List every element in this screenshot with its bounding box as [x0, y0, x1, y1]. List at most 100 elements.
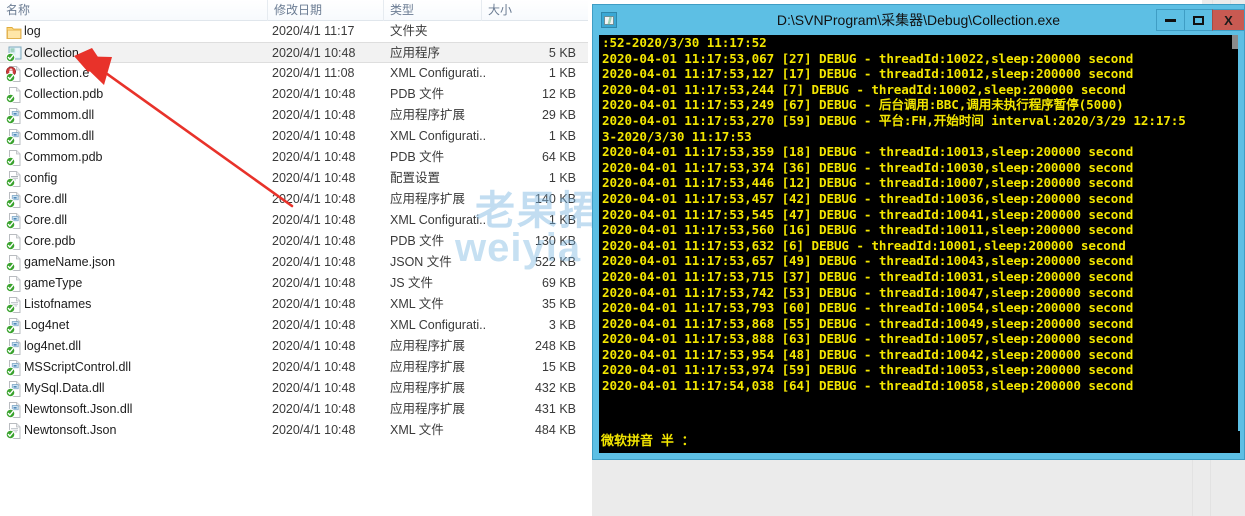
file-name-cell: Collection.e: [24, 63, 268, 84]
file-date-cell: 2020/4/1 10:48: [272, 43, 384, 64]
file-date-cell: 2020/4/1 10:48: [272, 84, 384, 105]
config-icon: [6, 171, 22, 187]
ime-status-text: 微软拼音 半 ：: [599, 431, 1240, 453]
pdb-file-icon: [6, 87, 22, 103]
console-log-line: 2020-04-01 11:17:53,249 [67] DEBUG - 后台调…: [599, 97, 1238, 113]
table-row[interactable]: Commom.dll2020/4/1 10:48应用程序扩展29 KB: [0, 105, 592, 126]
table-row[interactable]: gameName.json2020/4/1 10:48JSON 文件522 KB: [0, 252, 592, 273]
file-date-cell: 2020/4/1 10:48: [272, 105, 384, 126]
file-size-cell: 431 KB: [470, 399, 586, 420]
close-button[interactable]: X: [1212, 9, 1244, 31]
console-log-line: 2020-04-01 11:17:53,632 [6] DEBUG - thre…: [599, 238, 1238, 254]
table-row[interactable]: Collection.pdb2020/4/1 10:48PDB 文件12 KB: [0, 84, 592, 105]
file-name-cell: Core.pdb: [24, 231, 268, 252]
file-date-cell: 2020/4/1 10:48: [272, 147, 384, 168]
table-row[interactable]: MySql.Data.dll2020/4/1 10:48应用程序扩展432 KB: [0, 378, 592, 399]
file-size-cell: 140 KB: [470, 189, 586, 210]
console-bottom-strip: [593, 453, 1244, 459]
pdb-file-icon: [6, 150, 22, 166]
table-row[interactable]: Newtonsoft.Json2020/4/1 10:48XML 文件484 K…: [0, 420, 592, 441]
console-title-bar[interactable]: D:\SVNProgram\采集器\Debug\Collection.exe X: [593, 5, 1244, 35]
file-date-cell: 2020/4/1 10:48: [272, 378, 384, 399]
js-file-icon: [6, 276, 22, 292]
file-date-cell: 2020/4/1 10:48: [272, 315, 384, 336]
file-date-cell: 2020/4/1 10:48: [272, 252, 384, 273]
console-log-line: 2020-04-01 11:17:53,374 [36] DEBUG - thr…: [599, 160, 1238, 176]
xml-file-icon: [6, 297, 22, 313]
file-name-cell: Commom.pdb: [24, 147, 268, 168]
file-name-cell: gameType: [24, 273, 268, 294]
table-row[interactable]: gameType2020/4/1 10:48JS 文件69 KB: [0, 273, 592, 294]
console-log-line: 2020-04-01 11:17:54,038 [64] DEBUG - thr…: [599, 378, 1238, 394]
file-date-cell: 2020/4/1 10:48: [272, 357, 384, 378]
file-date-cell: 2020/4/1 10:48: [272, 210, 384, 231]
file-size-cell: 1 KB: [470, 168, 586, 189]
xml-config-lock-icon: [6, 66, 22, 82]
column-header-type[interactable]: 类型: [384, 0, 482, 21]
console-log-line: 2020-04-01 11:17:53,888 [63] DEBUG - thr…: [599, 331, 1238, 347]
file-size-cell: 35 KB: [470, 294, 586, 315]
file-name-cell: Core.dll: [24, 189, 268, 210]
console-title: D:\SVNProgram\采集器\Debug\Collection.exe: [593, 5, 1244, 35]
table-row[interactable]: Commom.pdb2020/4/1 10:48PDB 文件64 KB: [0, 147, 592, 168]
file-name-cell: MSScriptControl.dll: [24, 357, 268, 378]
file-date-cell: 2020/4/1 10:48: [272, 273, 384, 294]
window-controls: X: [1156, 9, 1244, 31]
console-output[interactable]: :52-2020/3/30 11:17:522020-04-01 11:17:5…: [599, 35, 1238, 435]
file-name-cell: Listofnames: [24, 294, 268, 315]
dll-icon: [6, 129, 22, 145]
column-header-size[interactable]: 大小: [482, 0, 592, 21]
table-row[interactable]: Core.pdb2020/4/1 10:48PDB 文件130 KB: [0, 231, 592, 252]
column-header-name[interactable]: 名称: [0, 0, 268, 21]
console-scrollbar-thumb[interactable]: [1232, 35, 1238, 49]
console-log-line: 2020-04-01 11:17:53,270 [59] DEBUG - 平台:…: [599, 113, 1238, 129]
column-header-date[interactable]: 修改日期: [268, 0, 384, 21]
console-log-line: 2020-04-01 11:17:53,457 [42] DEBUG - thr…: [599, 191, 1238, 207]
table-row[interactable]: Core.dll2020/4/1 10:48XML Configurati...…: [0, 210, 592, 231]
table-row[interactable]: config2020/4/1 10:48配置设置1 KB: [0, 168, 592, 189]
json-file-icon: [6, 255, 22, 271]
file-size-cell: 248 KB: [470, 336, 586, 357]
console-log-line: 2020-04-01 11:17:53,560 [16] DEBUG - thr…: [599, 222, 1238, 238]
file-date-cell: 2020/4/1 10:48: [272, 399, 384, 420]
console-log-line: 2020-04-01 11:17:53,868 [55] DEBUG - thr…: [599, 316, 1238, 332]
console-log-line: 2020-04-01 11:17:53,446 [12] DEBUG - thr…: [599, 175, 1238, 191]
file-list: log2020/4/1 11:17文件夹Collection2020/4/1 1…: [0, 21, 592, 441]
table-row[interactable]: MSScriptControl.dll2020/4/1 10:48应用程序扩展1…: [0, 357, 592, 378]
table-row[interactable]: Core.dll2020/4/1 10:48应用程序扩展140 KB: [0, 189, 592, 210]
console-log-line: 2020-04-01 11:17:53,954 [48] DEBUG - thr…: [599, 347, 1238, 363]
console-scrollbar[interactable]: [1232, 35, 1238, 435]
file-size-cell: 29 KB: [470, 105, 586, 126]
minimize-button[interactable]: [1156, 9, 1184, 31]
console-log-line: 2020-04-01 11:17:53,244 [7] DEBUG - thre…: [599, 82, 1238, 98]
maximize-button[interactable]: [1184, 9, 1212, 31]
table-row[interactable]: Collection2020/4/1 10:48应用程序5 KB: [0, 42, 592, 63]
table-row[interactable]: Newtonsoft.Json.dll2020/4/1 10:48应用程序扩展4…: [0, 399, 592, 420]
file-size-cell: 3 KB: [470, 315, 586, 336]
dll-icon: [6, 381, 22, 397]
table-row[interactable]: Log4net2020/4/1 10:48XML Configurati...3…: [0, 315, 592, 336]
console-line-list: :52-2020/3/30 11:17:522020-04-01 11:17:5…: [599, 35, 1238, 394]
file-date-cell: 2020/4/1 10:48: [272, 168, 384, 189]
table-row[interactable]: Listofnames2020/4/1 10:48XML 文件35 KB: [0, 294, 592, 315]
dll-icon: [6, 192, 22, 208]
console-log-line: 2020-04-01 11:17:53,067 [27] DEBUG - thr…: [599, 51, 1238, 67]
file-name-cell: Newtonsoft.Json: [24, 420, 268, 441]
table-row[interactable]: log4net.dll2020/4/1 10:48应用程序扩展248 KB: [0, 336, 592, 357]
file-date-cell: 2020/4/1 11:17: [272, 21, 384, 42]
ime-status-bar: 微软拼音 半 ：: [599, 431, 1240, 453]
file-size-cell: 484 KB: [470, 420, 586, 441]
file-date-cell: 2020/4/1 10:48: [272, 420, 384, 441]
console-log-line: 2020-04-01 11:17:53,127 [17] DEBUG - thr…: [599, 66, 1238, 82]
console-log-line: 2020-04-01 11:17:53,742 [53] DEBUG - thr…: [599, 285, 1238, 301]
folder-icon: [6, 24, 22, 40]
file-size-cell: 1 KB: [470, 63, 586, 84]
file-date-cell: 2020/4/1 10:48: [272, 336, 384, 357]
console-log-line: 2020-04-01 11:17:53,545 [47] DEBUG - thr…: [599, 207, 1238, 223]
table-row[interactable]: log2020/4/1 11:17文件夹: [0, 21, 592, 42]
file-name-cell: MySql.Data.dll: [24, 378, 268, 399]
file-name-cell: Commom.dll: [24, 126, 268, 147]
table-row[interactable]: Commom.dll2020/4/1 10:48XML Configurati.…: [0, 126, 592, 147]
file-date-cell: 2020/4/1 10:48: [272, 189, 384, 210]
table-row[interactable]: Collection.e2020/4/1 11:08XML Configurat…: [0, 63, 592, 84]
